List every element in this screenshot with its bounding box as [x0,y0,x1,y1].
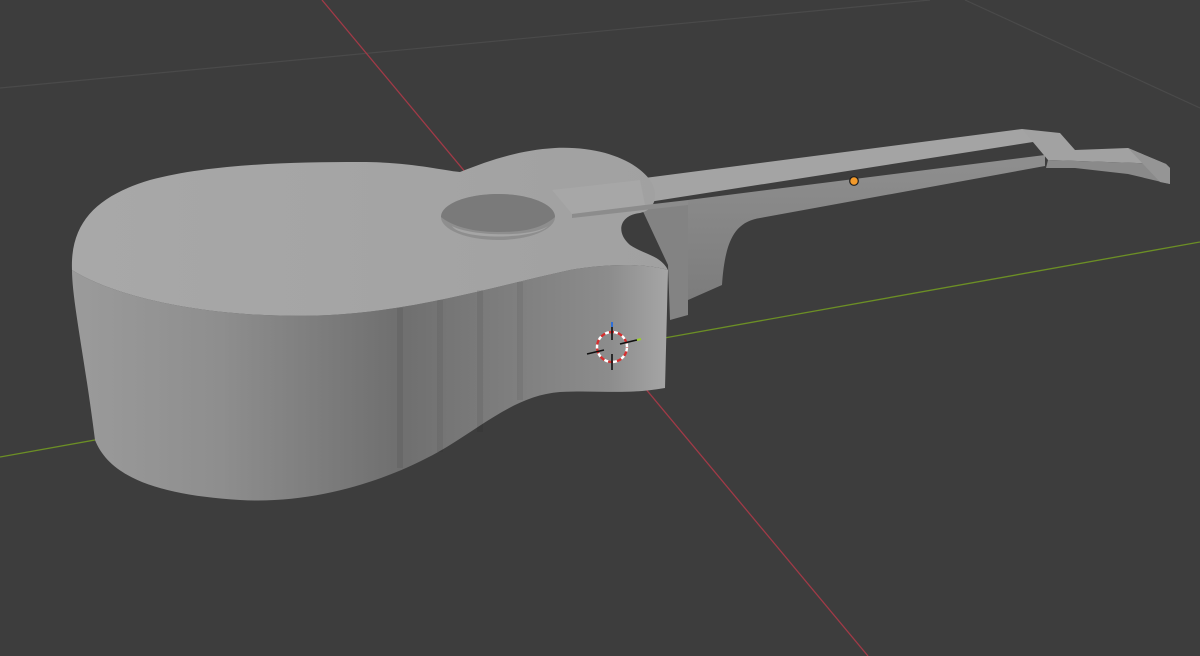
sound-hole [441,194,555,240]
object-origin-icon[interactable] [849,176,859,186]
viewport-canvas[interactable] [0,0,1200,656]
3d-viewport[interactable] [0,0,1200,656]
